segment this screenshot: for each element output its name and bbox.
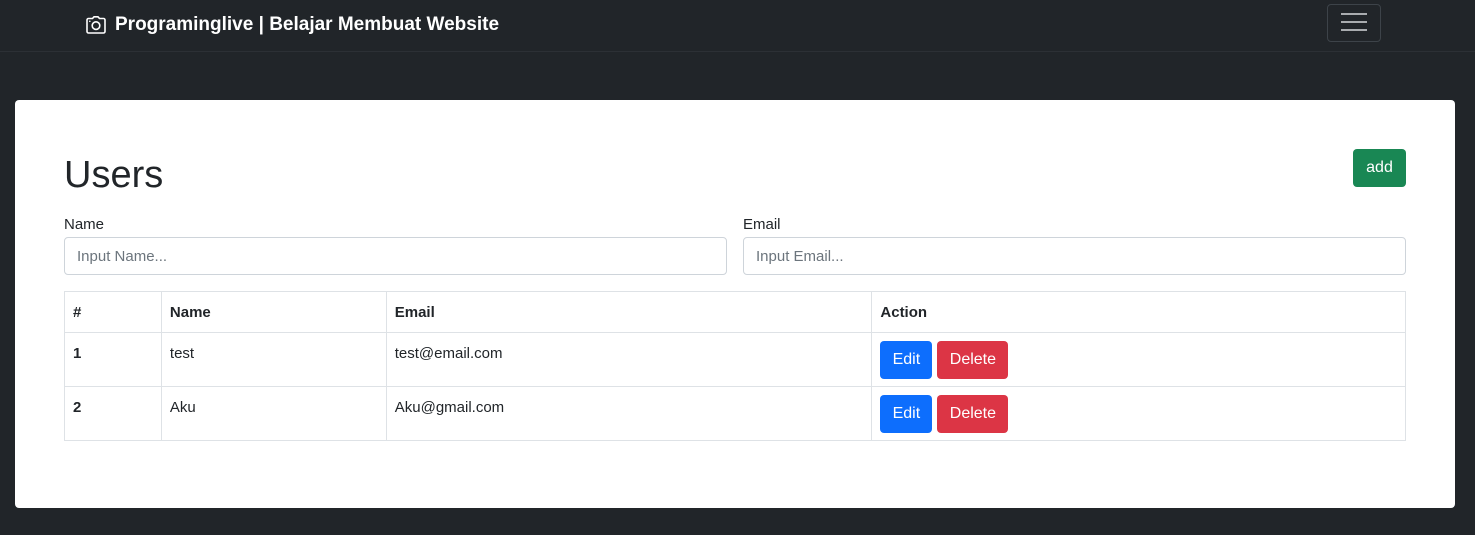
edit-button[interactable]: Edit: [880, 395, 933, 433]
navbar-brand[interactable]: Programinglive | Belajar Membuat Website: [86, 13, 499, 37]
row-email: Aku@gmail.com: [385, 386, 873, 441]
row-number: 1: [64, 332, 162, 387]
table-header-row: # Name Email Action: [64, 291, 1406, 333]
users-table: # Name Email Action 1 test test@email.co…: [64, 291, 1406, 441]
camera-icon: [86, 16, 106, 34]
column-header-number: #: [64, 291, 162, 333]
column-header-action: Action: [871, 291, 1406, 333]
brand-text: Programinglive | Belajar Membuat Website: [115, 14, 500, 35]
email-label: Email: [743, 216, 781, 233]
row-actions: Edit Delete: [871, 332, 1406, 387]
row-name: test: [160, 332, 387, 387]
page-title: Users: [64, 154, 164, 196]
edit-button[interactable]: Edit: [880, 341, 933, 379]
top-navbar: Programinglive | Belajar Membuat Website: [0, 0, 1475, 52]
table-row: 2 Aku Aku@gmail.com Edit Delete: [64, 386, 1406, 441]
hamburger-icon: [1341, 12, 1367, 35]
users-card: Users add Name Email # Name Email Action…: [15, 100, 1455, 508]
email-input[interactable]: [743, 237, 1406, 275]
row-name: Aku: [160, 386, 387, 441]
table-row: 1 test test@email.com Edit Delete: [64, 332, 1406, 387]
delete-button[interactable]: Delete: [937, 395, 1009, 433]
add-user-button[interactable]: add: [1353, 149, 1406, 187]
row-number: 2: [64, 386, 162, 441]
name-label: Name: [64, 216, 105, 233]
column-header-email: Email: [385, 291, 873, 333]
name-input[interactable]: [64, 237, 727, 275]
row-email: test@email.com: [385, 332, 873, 387]
navbar-toggler-button[interactable]: [1327, 4, 1381, 42]
column-header-name: Name: [160, 291, 387, 333]
delete-button[interactable]: Delete: [937, 341, 1009, 379]
row-actions: Edit Delete: [871, 386, 1406, 441]
